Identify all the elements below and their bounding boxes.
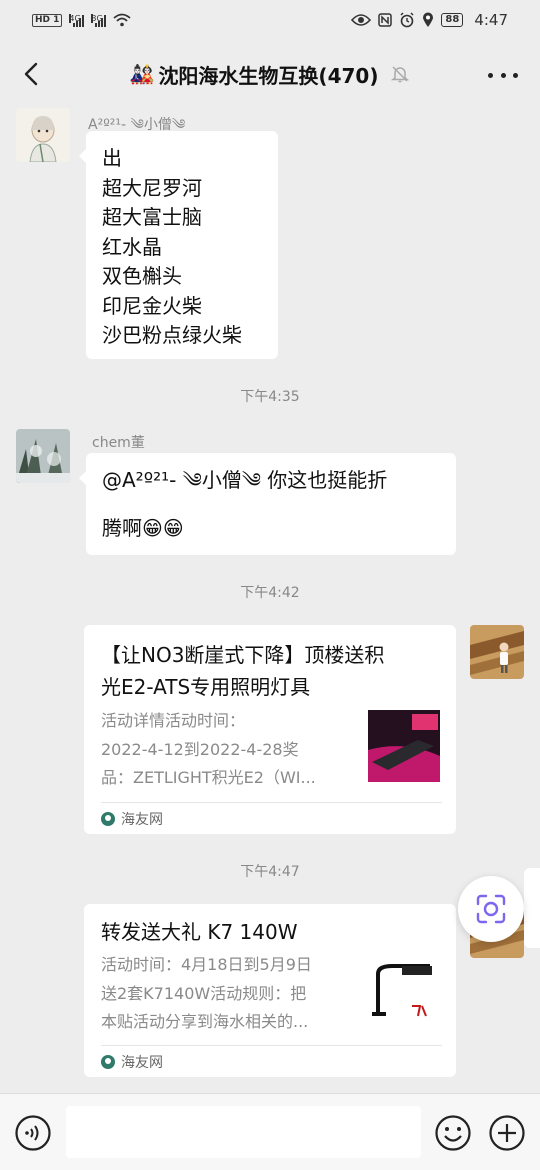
avatar[interactable]	[16, 108, 70, 162]
link-card[interactable]: 【让NO3断崖式下降】顶楼送积 光E2-ATS专用照明灯具 活动详情活动时间： …	[84, 625, 456, 834]
card-divider	[101, 802, 442, 803]
signal-icon: 4G	[69, 13, 85, 27]
chat-title[interactable]: 🎎 沈阳海水生物互换(470)	[130, 60, 411, 89]
message-line: 沙巴粉点绿火柴	[102, 323, 242, 347]
card-description: 活动详情活动时间： 2022-4-12到2022-4-28奖 品：ZETLIGH…	[101, 711, 316, 787]
avatar[interactable]	[16, 429, 70, 483]
mute-bell-icon	[391, 66, 410, 83]
status-left: HD 1 4G 3G	[32, 13, 132, 27]
chat-header: 🎎 沈阳海水生物互换(470)	[0, 44, 540, 104]
back-icon[interactable]	[18, 58, 48, 90]
voice-input-icon[interactable]	[14, 1114, 52, 1152]
message-line: 腾啊😁😁	[102, 516, 184, 540]
message-line: 出	[102, 146, 122, 170]
message-line: 印尼金火柴	[102, 293, 202, 318]
message-line: 超大尼罗河	[102, 175, 202, 200]
nfc-icon	[378, 13, 393, 27]
timestamp: 下午4:42	[240, 585, 300, 601]
card-source: 海友网	[101, 809, 163, 829]
alarm-icon	[400, 12, 414, 28]
card-thumbnail	[368, 710, 440, 782]
wifi-icon	[113, 13, 132, 27]
floating-side-panel	[524, 868, 540, 948]
status-right: 88 4:47	[351, 11, 508, 29]
source-logo-icon	[101, 1055, 115, 1069]
message-line: 红水晶	[102, 234, 162, 259]
message-input[interactable]	[66, 1106, 421, 1158]
card-thumbnail	[368, 954, 440, 1026]
card-source: 海友网	[101, 1052, 163, 1072]
scan-icon	[476, 894, 506, 924]
sender-name: chem董	[92, 435, 145, 451]
group-emoji-icon: 🎎	[129, 62, 155, 86]
message-line: @A²º²¹- ༄小僧༄ 你这也挺能折	[102, 468, 388, 492]
status-time: 4:47	[474, 11, 508, 29]
plus-icon[interactable]	[488, 1114, 526, 1152]
screen-recognition-button[interactable]	[458, 876, 524, 942]
message-line: 超大富士脑	[102, 205, 202, 229]
signal-icon-2: 3G	[91, 13, 107, 27]
message-bubble[interactable]: @A²º²¹- ༄小僧༄ 你这也挺能折 腾啊😁😁	[79, 453, 456, 555]
message-bubble[interactable]: 出 超大尼罗河 超大富士脑 红水晶 双色槲头 印尼金火柴 沙巴粉点绿火柴	[79, 131, 278, 359]
input-bar	[0, 1093, 540, 1170]
card-title: 转发送大礼 K7 140W	[101, 920, 298, 944]
status-bar: HD 1 4G 3G 88 4:47	[0, 0, 540, 40]
emoji-icon[interactable]	[434, 1114, 472, 1152]
hd-badge: HD 1	[32, 13, 63, 27]
card-divider	[101, 1045, 442, 1046]
more-options-icon[interactable]	[488, 60, 518, 90]
chat-title-text: 沈阳海水生物互换(470)	[158, 63, 379, 88]
eye-icon	[351, 14, 372, 26]
card-description: 活动时间：4月18日到5月9日 送2套K7140W活动规则：把 本贴活动分享到海…	[101, 955, 312, 1031]
link-card[interactable]: 转发送大礼 K7 140W 活动时间：4月18日到5月9日 送2套K7140W活…	[84, 904, 456, 1077]
message-line: 双色槲头	[102, 264, 182, 288]
location-icon	[423, 12, 434, 27]
battery-indicator: 88	[441, 13, 464, 27]
source-logo-icon	[101, 812, 115, 826]
timestamp: 下午4:35	[240, 389, 300, 405]
my-avatar[interactable]	[470, 625, 524, 679]
timestamp: 下午4:47	[240, 864, 300, 880]
card-title: 【让NO3断崖式下降】顶楼送积 光E2-ATS专用照明灯具	[101, 643, 385, 699]
